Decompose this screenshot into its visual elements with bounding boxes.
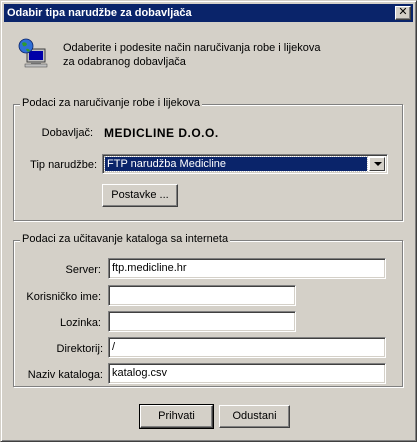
order-type-select[interactable]: FTP narudžba Medicline xyxy=(102,154,388,174)
order-group-title: Podaci za naručivanje robe i lijekova xyxy=(20,97,202,109)
intro-text: Odaberite i podesite način naručivanja r… xyxy=(63,41,320,69)
intro-line-1: Odaberite i podesite način naručivanja r… xyxy=(63,42,321,54)
chevron-down-icon[interactable] xyxy=(369,157,385,171)
server-field[interactable]: ftp.medicline.hr xyxy=(108,258,386,279)
supplier-label: Dobavljač: xyxy=(41,127,93,139)
window-title: Odabir tipa narudžbe za dobavljača xyxy=(7,7,192,19)
server-label: Server: xyxy=(65,264,101,276)
accept-button[interactable]: Prihvati xyxy=(139,404,214,429)
directory-label: Direktorij: xyxy=(56,343,103,355)
catalog-name-label: Naziv kataloga: xyxy=(27,369,103,381)
intro-line-2: za odabranog dobavljača xyxy=(63,56,186,68)
directory-field[interactable]: / xyxy=(108,337,386,358)
cancel-button[interactable]: Odustani xyxy=(219,405,290,428)
password-label: Lozinka: xyxy=(60,317,101,329)
catalog-name-field[interactable]: katalog.csv xyxy=(108,363,386,384)
username-field[interactable] xyxy=(108,285,296,306)
close-button[interactable]: ✕ xyxy=(395,6,411,20)
settings-button[interactable]: Postavke ... xyxy=(102,184,178,207)
supplier-value: MEDICLINE D.O.O. xyxy=(104,126,219,140)
computer-globe-icon xyxy=(18,38,48,68)
title-bar[interactable]: Odabir tipa narudžbe za dobavljača ✕ xyxy=(4,4,413,22)
catalog-group-title: Podaci za učitavanje kataloga sa interne… xyxy=(20,233,231,245)
dialog-window: Odabir tipa narudžbe za dobavljača ✕ Oda… xyxy=(0,0,417,442)
close-icon: ✕ xyxy=(398,6,408,18)
order-type-value: FTP narudžba Medicline xyxy=(104,156,368,172)
username-label: Korisničko ime: xyxy=(26,291,101,303)
order-type-label: Tip narudžbe: xyxy=(30,159,97,171)
password-field[interactable] xyxy=(108,311,296,332)
